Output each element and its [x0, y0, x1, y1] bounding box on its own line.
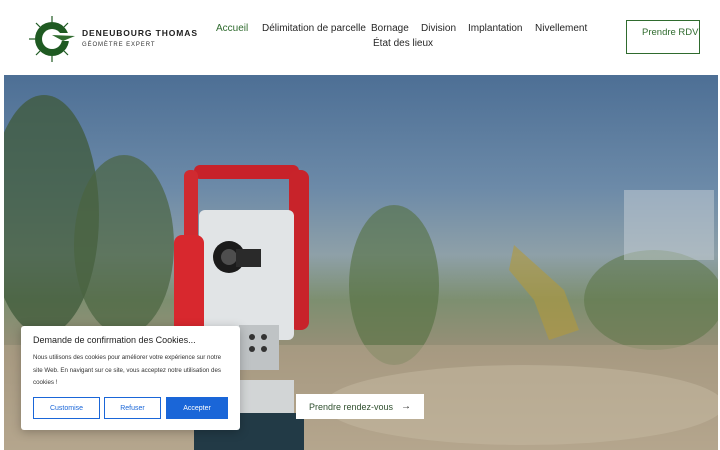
appointment-button[interactable]: Prendre rendez-vous → [296, 394, 424, 419]
cookie-actions: Customise Refuser Accepter [33, 397, 228, 419]
nav-item-etat-des-lieux[interactable]: État des lieux [373, 38, 433, 49]
site-header: DENEUBOURG THOMAS GÉOMÈTRE EXPERT Accuei… [0, 0, 720, 75]
customise-button[interactable]: Customise [33, 397, 100, 419]
cookie-title: Demande de confirmation des Cookies... [33, 335, 196, 345]
accept-button[interactable]: Accepter [166, 397, 228, 419]
cookie-banner: Demande de confirmation des Cookies... N… [21, 326, 240, 430]
nav-item-division[interactable]: Division [421, 23, 456, 34]
refuse-button[interactable]: Refuser [104, 397, 161, 419]
nav-item-accueil[interactable]: Accueil [216, 23, 248, 34]
cookie-text: Nous utilisons des cookies pour améliore… [33, 354, 222, 386]
nav-item-delimitation[interactable]: Délimitation de parcelle [262, 23, 366, 34]
nav-item-bornage[interactable]: Bornage [371, 23, 409, 34]
appointment-button-label: Prendre rendez-vous [308, 401, 394, 412]
nav-item-implantation[interactable]: Implantation [468, 23, 522, 34]
nav-item-nivellement[interactable]: Nivellement [535, 23, 587, 34]
main-nav: Accueil Délimitation de parcelle Bornage… [0, 23, 720, 63]
arrow-right-icon: → [401, 401, 412, 412]
rdv-button[interactable]: Prendre RDV [626, 20, 700, 54]
